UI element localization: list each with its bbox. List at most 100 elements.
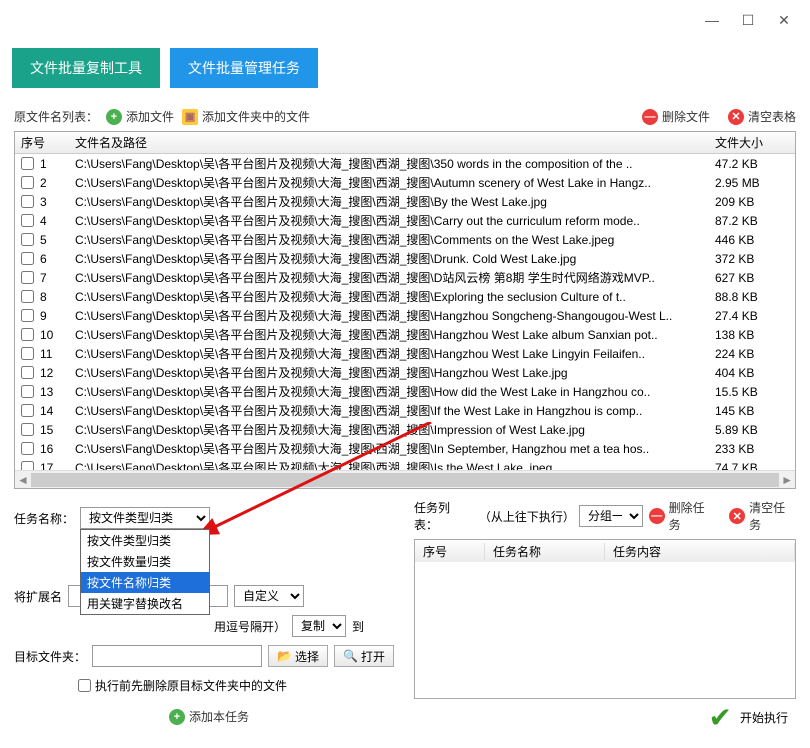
minimize-button[interactable]: —: [694, 6, 730, 34]
table-row[interactable]: 5C:\Users\Fang\Desktop\吴\各平台图片及视频\大海_搜图\…: [15, 230, 795, 249]
maximize-button[interactable]: ☐: [730, 6, 766, 34]
row-checkbox[interactable]: [21, 309, 34, 322]
table-row[interactable]: 16C:\Users\Fang\Desktop\吴\各平台图片及视频\大海_搜图…: [15, 439, 795, 458]
task-type-select[interactable]: 按文件类型归类: [80, 507, 210, 529]
grid-header: 序号 文件名及路径 文件大小: [15, 132, 795, 154]
row-checkbox[interactable]: [21, 328, 34, 341]
pre-delete-checkbox[interactable]: [78, 679, 91, 692]
row-checkbox[interactable]: [21, 347, 34, 360]
row-checkbox[interactable]: [21, 271, 34, 284]
add-file-button[interactable]: +添加文件: [106, 108, 174, 125]
row-size: 209 KB: [709, 195, 795, 209]
task-name-label: 任务名称：: [14, 510, 74, 527]
x-icon: ✕: [728, 109, 744, 125]
table-row[interactable]: 11C:\Users\Fang\Desktop\吴\各平台图片及视频\大海_搜图…: [15, 344, 795, 363]
row-checkbox[interactable]: [21, 176, 34, 189]
open-folder-button[interactable]: 🔍打开: [334, 645, 394, 667]
col-path[interactable]: 文件名及路径: [69, 134, 709, 151]
grid-body[interactable]: 1C:\Users\Fang\Desktop\吴\各平台图片及视频\大海_搜图\…: [15, 154, 795, 489]
clear-tasks-button[interactable]: ✕清空任务: [729, 499, 796, 533]
file-toolbar: 原文件名列表： +添加文件 ▣添加文件夹中的文件 —删除文件 ✕清空表格: [0, 106, 810, 131]
col-size[interactable]: 文件大小: [709, 134, 795, 151]
file-grid: 序号 文件名及路径 文件大小 1C:\Users\Fang\Desktop\吴\…: [14, 131, 796, 489]
execute-button[interactable]: ✔ 开始执行: [709, 701, 788, 734]
col-index[interactable]: 序号: [15, 134, 69, 151]
delete-task-button[interactable]: —删除任务: [649, 499, 716, 533]
check-icon: ✔: [709, 701, 732, 734]
row-size: 88.8 KB: [709, 290, 795, 304]
row-path: C:\Users\Fang\Desktop\吴\各平台图片及视频\大海_搜图\西…: [69, 326, 709, 343]
add-task-button[interactable]: +添加本任务: [169, 708, 249, 725]
row-size: 87.2 KB: [709, 214, 795, 228]
row-checkbox[interactable]: [21, 233, 34, 246]
row-checkbox[interactable]: [21, 195, 34, 208]
table-row[interactable]: 15C:\Users\Fang\Desktop\吴\各平台图片及视频\大海_搜图…: [15, 420, 795, 439]
separator-hint: 用逗号隔开）: [214, 618, 286, 635]
table-row[interactable]: 9C:\Users\Fang\Desktop\吴\各平台图片及视频\大海_搜图\…: [15, 306, 795, 325]
tab-manage-tasks[interactable]: 文件批量管理任务: [170, 48, 318, 88]
table-row[interactable]: 1C:\Users\Fang\Desktop\吴\各平台图片及视频\大海_搜图\…: [15, 154, 795, 173]
minus-icon: —: [642, 109, 658, 125]
clear-table-button[interactable]: ✕清空表格: [728, 108, 796, 125]
delete-file-button[interactable]: —删除文件: [642, 108, 710, 125]
dropdown-list[interactable]: 按文件类型归类按文件数量归类按文件名称归类用关键字替换改名: [80, 529, 210, 615]
table-row[interactable]: 13C:\Users\Fang\Desktop\吴\各平台图片及视频\大海_搜图…: [15, 382, 795, 401]
row-size: 27.4 KB: [709, 309, 795, 323]
row-path: C:\Users\Fang\Desktop\吴\各平台图片及视频\大海_搜图\西…: [69, 364, 709, 381]
folder-open-icon: 📂: [277, 649, 292, 663]
tab-copy-tool[interactable]: 文件批量复制工具: [12, 48, 160, 88]
horizontal-scrollbar[interactable]: ◄►: [15, 470, 795, 488]
target-folder-input[interactable]: [92, 645, 262, 667]
row-path: C:\Users\Fang\Desktop\吴\各平台图片及视频\大海_搜图\西…: [69, 155, 709, 172]
dropdown-option[interactable]: 按文件类型归类: [81, 530, 209, 551]
table-row[interactable]: 3C:\Users\Fang\Desktop\吴\各平台图片及视频\大海_搜图\…: [15, 192, 795, 211]
pre-delete-label: 执行前先删除原目标文件夹中的文件: [95, 677, 287, 694]
close-button[interactable]: ✕: [766, 6, 802, 34]
row-size: 627 KB: [709, 271, 795, 285]
add-folder-files-button[interactable]: ▣添加文件夹中的文件: [182, 108, 310, 125]
task-col-content[interactable]: 任务内容: [605, 543, 795, 560]
table-row[interactable]: 14C:\Users\Fang\Desktop\吴\各平台图片及视频\大海_搜图…: [15, 401, 795, 420]
ext-label: 将扩展名: [14, 588, 62, 605]
dropdown-option[interactable]: 按文件数量归类: [81, 551, 209, 572]
table-row[interactable]: 7C:\Users\Fang\Desktop\吴\各平台图片及视频\大海_搜图\…: [15, 268, 795, 287]
task-type-dropdown[interactable]: 按文件类型归类 按文件类型归类按文件数量归类按文件名称归类用关键字替换改名: [80, 507, 210, 529]
main-tabs: 文件批量复制工具 文件批量管理任务: [0, 40, 810, 106]
row-path: C:\Users\Fang\Desktop\吴\各平台图片及视频\大海_搜图\西…: [69, 250, 709, 267]
dropdown-option[interactable]: 按文件名称归类: [81, 572, 209, 593]
row-checkbox[interactable]: [21, 157, 34, 170]
table-row[interactable]: 2C:\Users\Fang\Desktop\吴\各平台图片及视频\大海_搜图\…: [15, 173, 795, 192]
to-label: 到: [352, 618, 364, 635]
magnifier-icon: 🔍: [343, 649, 358, 663]
select-folder-button[interactable]: 📂选择: [268, 645, 328, 667]
minus-icon: —: [649, 508, 665, 524]
task-col-name[interactable]: 任务名称: [485, 543, 605, 560]
row-checkbox[interactable]: [21, 214, 34, 227]
plus-icon: +: [106, 109, 122, 125]
plus-icon: +: [169, 709, 185, 725]
row-checkbox[interactable]: [21, 404, 34, 417]
ext-preset-select[interactable]: 自定义: [234, 585, 304, 607]
row-checkbox[interactable]: [21, 290, 34, 303]
table-row[interactable]: 12C:\Users\Fang\Desktop\吴\各平台图片及视频\大海_搜图…: [15, 363, 795, 382]
row-checkbox[interactable]: [21, 423, 34, 436]
row-path: C:\Users\Fang\Desktop\吴\各平台图片及视频\大海_搜图\西…: [69, 231, 709, 248]
row-path: C:\Users\Fang\Desktop\吴\各平台图片及视频\大海_搜图\西…: [69, 212, 709, 229]
row-path: C:\Users\Fang\Desktop\吴\各平台图片及视频\大海_搜图\西…: [69, 193, 709, 210]
table-row[interactable]: 4C:\Users\Fang\Desktop\吴\各平台图片及视频\大海_搜图\…: [15, 211, 795, 230]
operation-select[interactable]: 复制: [292, 615, 346, 637]
task-group-select[interactable]: 分组一: [579, 505, 643, 527]
row-checkbox[interactable]: [21, 366, 34, 379]
table-row[interactable]: 6C:\Users\Fang\Desktop\吴\各平台图片及视频\大海_搜图\…: [15, 249, 795, 268]
row-path: C:\Users\Fang\Desktop\吴\各平台图片及视频\大海_搜图\西…: [69, 383, 709, 400]
row-checkbox[interactable]: [21, 442, 34, 455]
dropdown-option[interactable]: 用关键字替换改名: [81, 593, 209, 614]
table-row[interactable]: 8C:\Users\Fang\Desktop\吴\各平台图片及视频\大海_搜图\…: [15, 287, 795, 306]
row-checkbox[interactable]: [21, 252, 34, 265]
row-checkbox[interactable]: [21, 385, 34, 398]
row-size: 145 KB: [709, 404, 795, 418]
row-path: C:\Users\Fang\Desktop\吴\各平台图片及视频\大海_搜图\西…: [69, 421, 709, 438]
task-col-index[interactable]: 序号: [415, 543, 485, 560]
table-row[interactable]: 10C:\Users\Fang\Desktop\吴\各平台图片及视频\大海_搜图…: [15, 325, 795, 344]
source-list-label: 原文件名列表：: [14, 108, 98, 125]
